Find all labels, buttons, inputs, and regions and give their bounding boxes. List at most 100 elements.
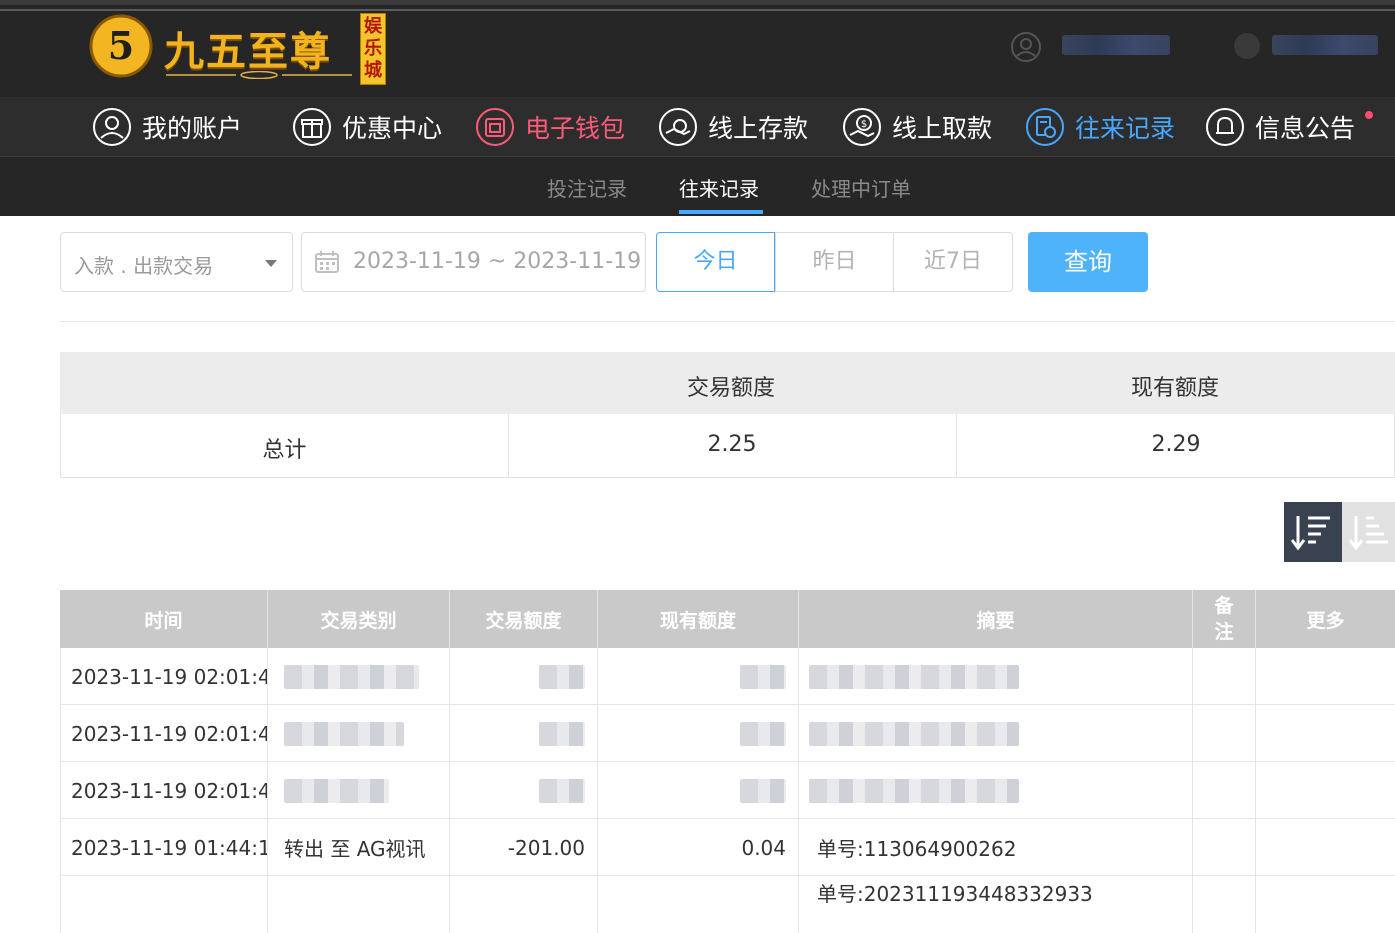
date-range-picker[interactable]: 2023-11-19 ~ 2023-11-19 [301, 232, 646, 292]
cell-more[interactable] [1256, 762, 1395, 819]
blurred-summary [809, 778, 1019, 803]
table-row: 2023-11-19 02:01:48 [60, 648, 1395, 705]
nav-my-account[interactable]: 我的账户 [92, 107, 242, 147]
sort-ascending-button[interactable] [1342, 502, 1395, 562]
nav-announcements-label: 信息公告 [1255, 114, 1356, 143]
table-row: 单号:202311193448332933 [60, 876, 1395, 933]
tab-bet-records[interactable]: 投注记录 [547, 173, 627, 202]
logo-emblem-icon: 5 [89, 14, 153, 78]
cell-amount [450, 876, 598, 933]
blurred-type [284, 721, 404, 746]
logo-ornament [166, 71, 352, 79]
account-balance-area[interactable] [1230, 33, 1380, 59]
th-note: 备 注 [1193, 590, 1256, 648]
quick-range-yesterday[interactable]: 昨日 [775, 232, 894, 292]
cell-type [268, 876, 450, 933]
cell-type [268, 762, 450, 819]
nav-announcements[interactable]: 信息公告 [1205, 107, 1355, 147]
cell-note [1193, 819, 1256, 876]
th-note-label: 备 注 [1214, 595, 1234, 643]
cell-amount [450, 648, 598, 705]
cell-balance [598, 762, 799, 819]
date-range-value: 2023-11-19 ~ 2023-11-19 [353, 249, 642, 274]
blurred-summary [809, 664, 1019, 689]
nav-transaction-records-label: 往来记录 [1075, 114, 1176, 143]
blurred-balance [1272, 35, 1378, 55]
query-button[interactable]: 查询 [1028, 232, 1148, 292]
bell-icon [1206, 108, 1244, 146]
cell-note [1193, 876, 1256, 933]
cell-summary: 单号:202311193448332933 [799, 876, 1193, 933]
quick-range-today[interactable]: 今日 [656, 232, 775, 292]
table-row: 2023-11-19 01:44:15 转出 至 AG视讯 -201.00 0.… [60, 819, 1395, 876]
account-user-icon [1011, 32, 1041, 62]
cell-more[interactable] [1256, 705, 1395, 762]
blurred-amount [539, 664, 585, 689]
account-username-area[interactable] [1010, 32, 1175, 62]
cell-type [268, 648, 450, 705]
cell-note [1193, 648, 1256, 705]
site-logo[interactable]: 5 九五至尊 娱乐城 [88, 9, 388, 85]
cell-more[interactable] [1256, 876, 1395, 933]
th-more: 更多 [1306, 609, 1345, 632]
th-amount: 交易额度 [450, 590, 598, 648]
blurred-balance [740, 664, 786, 689]
sort-ascending-icon [1348, 516, 1388, 551]
brand-tag: 娱乐城 [360, 13, 386, 85]
gift-icon [293, 108, 331, 146]
brand-name: 九五至尊 [164, 28, 332, 75]
sort-descending-button[interactable] [1284, 502, 1342, 562]
active-tab-underline [679, 210, 763, 214]
tab-pending-orders[interactable]: 处理中订单 [811, 173, 911, 202]
sub-nav: 投注记录 往来记录 处理中订单 [0, 157, 1395, 216]
th-balance: 现有额度 [598, 590, 799, 648]
cell-summary: 单号:113064900262 [799, 819, 1193, 876]
blurred-summary [809, 721, 1019, 746]
cell-note [1193, 762, 1256, 819]
top-header: 5 九五至尊 娱乐城 [0, 0, 1395, 97]
cell-amount: -201.00 [450, 819, 598, 876]
summary-trade-amount: 2.25 [707, 432, 757, 457]
blurred-type [284, 664, 419, 689]
nav-my-account-label: 我的账户 [142, 114, 243, 143]
cell-time: 2023-11-19 02:01:48 [60, 762, 268, 819]
svg-text:5: 5 [108, 23, 134, 68]
records-icon [1026, 108, 1064, 146]
summary-row: 总计 2.25 2.29 [60, 414, 1395, 478]
cell-balance: 0.04 [598, 819, 799, 876]
nav-e-wallet[interactable]: 电子钱包 [475, 107, 625, 147]
brand-tag-text: 娱乐城 [364, 16, 382, 81]
cell-type: 转出 至 AG视讯 [268, 819, 450, 876]
th-type: 交易类别 [268, 590, 450, 648]
cell-note [1193, 705, 1256, 762]
cell-summary [799, 648, 1193, 705]
records-table: 时间 交易类别 交易额度 现有额度 摘要 备 注 更多 2023-11-19 0… [60, 590, 1395, 933]
cell-more[interactable] [1256, 648, 1395, 705]
quick-range-7days[interactable]: 近7日 [893, 232, 1013, 292]
wallet-blur-icon [1234, 33, 1260, 59]
cell-summary [799, 762, 1193, 819]
cell-summary [799, 705, 1193, 762]
nav-transaction-records[interactable]: 往来记录 [1025, 107, 1175, 147]
svg-text:$: $ [861, 119, 867, 130]
cell-balance [598, 876, 799, 933]
cell-more[interactable] [1256, 819, 1395, 876]
blurred-balance [740, 778, 786, 803]
table-row: 2023-11-19 02:01:48 [60, 762, 1395, 819]
nav-online-withdraw-label: 线上取款 [892, 114, 993, 143]
nav-promotions-label: 优惠中心 [342, 114, 443, 143]
transaction-type-select[interactable]: 入款 . 出款交易 [60, 232, 293, 292]
cell-amount [450, 762, 598, 819]
nav-online-withdraw[interactable]: $ 线上取款 [842, 107, 992, 147]
withdraw-icon: $ [843, 108, 881, 146]
nav-promotions[interactable]: 优惠中心 [292, 107, 442, 147]
nav-e-wallet-label: 电子钱包 [525, 114, 626, 143]
tab-transaction-records[interactable]: 往来记录 [679, 173, 759, 202]
nav-online-deposit[interactable]: 线上存款 [658, 107, 808, 147]
blurred-amount [539, 721, 585, 746]
summary-balance: 2.29 [1151, 432, 1201, 457]
blurred-type [284, 778, 389, 803]
summary-header-balance: 现有额度 [1130, 376, 1219, 401]
notification-dot [1365, 111, 1373, 119]
sort-descending-icon [1290, 516, 1330, 551]
